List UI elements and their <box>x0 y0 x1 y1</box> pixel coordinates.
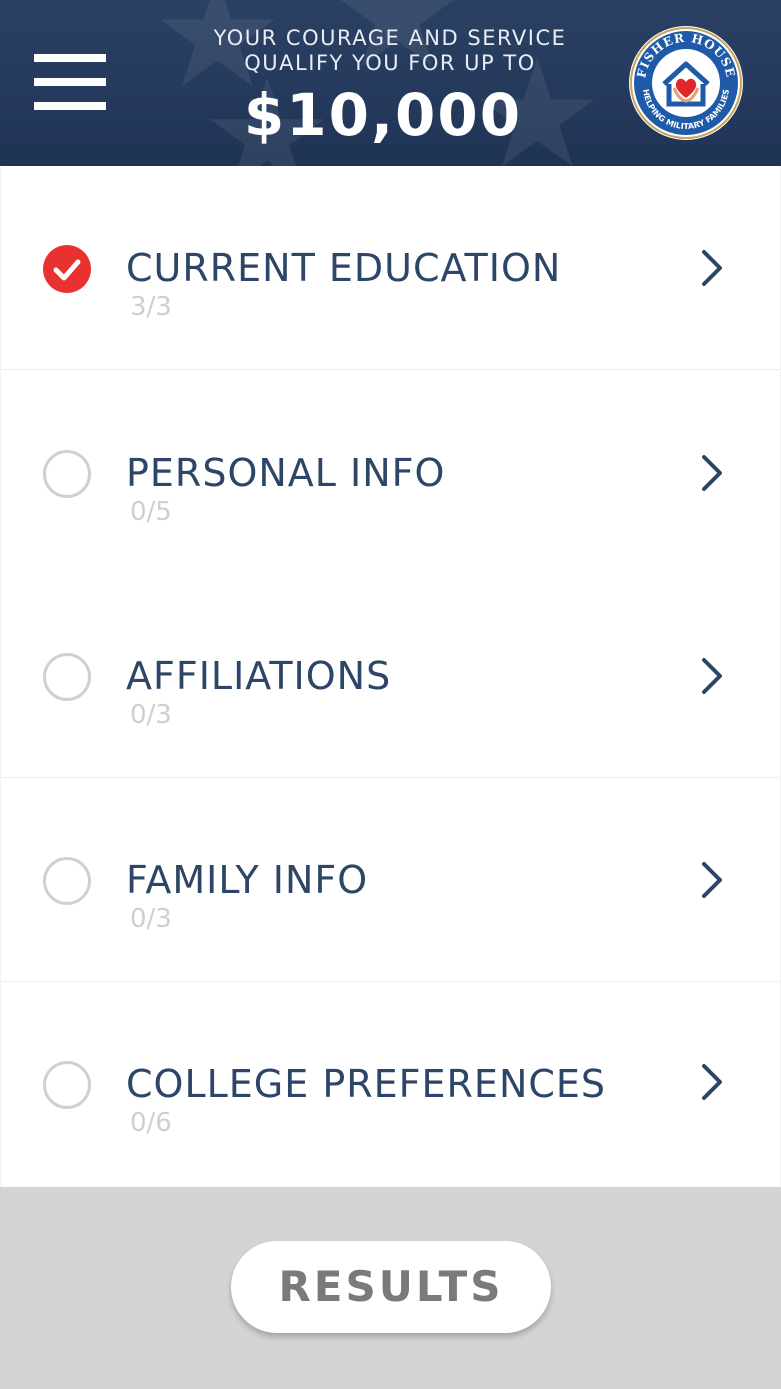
section-row-family-info[interactable]: FAMILY INFO 0/3 <box>0 778 781 982</box>
footer-bar: RESULTS <box>0 1187 781 1389</box>
section-label: COLLEGE PREFERENCES <box>126 1062 607 1106</box>
section-row-affiliations[interactable]: AFFILIATIONS 0/3 <box>0 574 781 778</box>
chevron-right-icon <box>698 656 728 696</box>
header-banner: ★ ★ ★ ★ YOUR COURAGE AND SERVICE QUALIFY… <box>0 0 781 166</box>
tagline-line-1: YOUR COURAGE AND SERVICE <box>213 26 567 50</box>
tagline-line-2: QUALIFY YOU FOR UP TO <box>244 51 536 75</box>
check-complete-icon <box>43 245 91 293</box>
circle-incomplete-icon <box>43 450 91 498</box>
circle-incomplete-icon <box>43 1061 91 1109</box>
section-progress-count: 0/3 <box>130 700 172 730</box>
tagline: YOUR COURAGE AND SERVICE QUALIFY YOU FOR… <box>190 26 590 76</box>
chevron-right-icon <box>698 453 728 493</box>
section-row-college-preferences[interactable]: COLLEGE PREFERENCES 0/6 <box>0 982 781 1187</box>
section-label: AFFILIATIONS <box>126 654 392 698</box>
section-label: CURRENT EDUCATION <box>126 246 562 290</box>
chevron-right-icon <box>698 860 728 900</box>
results-button[interactable]: RESULTS <box>231 1241 551 1333</box>
chevron-right-icon <box>698 1062 728 1102</box>
fisher-house-logo: FISHER HOUSE HELPING MILITARY FAMILIES <box>627 24 745 142</box>
section-progress-count: 0/3 <box>130 904 172 934</box>
scholarship-amount: $10,000 <box>243 81 523 149</box>
section-progress-count: 0/5 <box>130 497 172 527</box>
section-row-current-education[interactable]: CURRENT EDUCATION 3/3 <box>0 166 781 370</box>
circle-incomplete-icon <box>43 857 91 905</box>
section-progress-count: 0/6 <box>130 1108 172 1138</box>
circle-incomplete-icon <box>43 653 91 701</box>
hamburger-menu-icon[interactable] <box>34 54 108 114</box>
section-row-personal-info[interactable]: PERSONAL INFO 0/5 <box>0 371 781 575</box>
section-progress-count: 3/3 <box>130 292 172 322</box>
section-label: PERSONAL INFO <box>126 451 446 495</box>
section-label: FAMILY INFO <box>126 858 369 902</box>
chevron-right-icon <box>698 248 728 288</box>
